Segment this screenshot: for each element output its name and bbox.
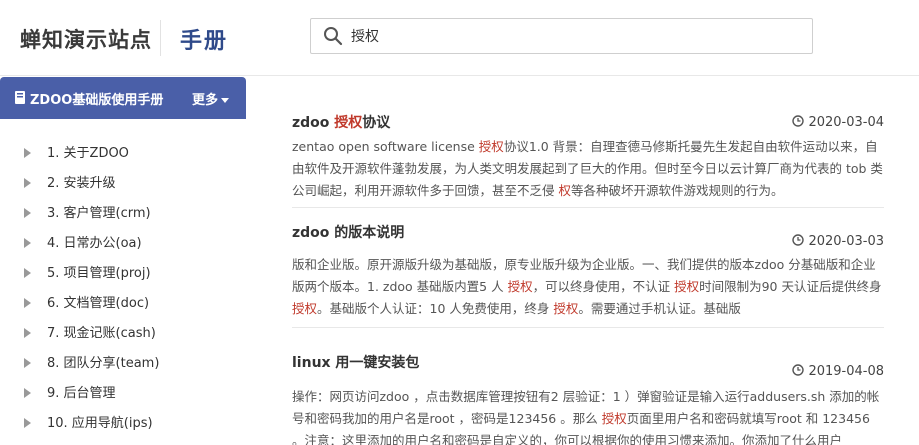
expand-triangle-icon[interactable] <box>24 298 31 308</box>
text-segment: zentao open software license <box>292 139 479 154</box>
chapter-item-ips[interactable]: 10. 应用导航(ips) <box>0 409 246 439</box>
result-date: 2020-03-04 <box>792 115 884 130</box>
header-divider <box>160 20 161 56</box>
search-icon[interactable] <box>323 26 343 46</box>
keyword-highlight: 权 <box>558 183 571 198</box>
expand-triangle-icon[interactable] <box>24 148 31 158</box>
clock-icon <box>792 234 805 246</box>
expand-triangle-icon[interactable] <box>24 358 31 368</box>
expand-triangle-icon[interactable] <box>24 268 31 278</box>
expand-triangle-icon[interactable] <box>24 388 31 398</box>
chapter-label: 3. 客户管理(crm) <box>47 206 151 221</box>
search-results: zdoo 授权协议 2020-03-04 zentao open softwar… <box>292 100 884 445</box>
text-segment: ，可以终身使用，不认证 <box>532 279 675 294</box>
result-date: 2019-04-08 <box>792 364 884 379</box>
chapter-label: 8. 团队分享(team) <box>47 356 160 371</box>
result-snippet: 版和企业版。原开源版升级为基础版，原专业版升级为企业版。一、我们提供的版本zdo… <box>292 254 884 320</box>
chapter-item-proj[interactable]: 5. 项目管理(proj) <box>0 259 246 289</box>
chapter-label: 7. 现金记账(cash) <box>47 326 156 341</box>
expand-triangle-icon[interactable] <box>24 238 31 248</box>
result-title-link[interactable]: linux 用一键安装包 <box>292 352 419 372</box>
keyword-highlight: 授权 <box>507 279 533 294</box>
result-snippet: 操作：网页访问zdoo ，点击数据库管理按钮有2 层验证：1 ）弹窗验证是输入运… <box>292 386 884 445</box>
result-item: zdoo 授权协议 2020-03-04 zentao open softwar… <box>292 100 884 208</box>
result-snippet: zentao open software license 授权协议1.0 背景：… <box>292 136 884 202</box>
chapter-item-install[interactable]: 2. 安装升级 <box>0 169 246 199</box>
chapter-label: 10. 应用导航(ips) <box>47 416 153 431</box>
result-date: 2020-03-03 <box>792 234 884 249</box>
result-item: linux 用一键安装包 2019-04-08 操作：网页访问zdoo ，点击数… <box>292 328 884 445</box>
top-header: 蝉知演示站点 手册 <box>0 0 919 76</box>
clock-icon <box>792 364 805 376</box>
search-input[interactable] <box>351 23 801 49</box>
result-title-link[interactable]: zdoo 授权协议 <box>292 112 390 132</box>
chapter-item-doc[interactable]: 6. 文档管理(doc) <box>0 289 246 319</box>
keyword-highlight: 授权 <box>674 279 700 294</box>
expand-triangle-icon[interactable] <box>24 178 31 188</box>
result-item: zdoo 的版本说明 2020-03-03 版和企业版。原开源版升级为基础版，原… <box>292 208 884 328</box>
book-icon <box>15 91 25 104</box>
keyword-highlight: 授权 <box>334 115 363 131</box>
expand-triangle-icon[interactable] <box>24 208 31 218</box>
result-date-text: 2020-03-03 <box>808 234 884 249</box>
text-segment: zdoo <box>292 115 335 131</box>
chapter-item-admin[interactable]: 9. 后台管理 <box>0 379 246 409</box>
chapter-item-crm[interactable]: 3. 客户管理(crm) <box>0 199 246 229</box>
chapter-item-oa[interactable]: 4. 日常办公(oa) <box>0 229 246 259</box>
sidebar: ZDOO基础版使用手册 更多 1. 关于ZDOO 2. 安装升级 3. 客户管理… <box>0 77 246 445</box>
text-segment: 。基础版个人认证：10 人免费使用，终身 <box>317 301 554 316</box>
result-date-text: 2020-03-04 <box>808 115 884 130</box>
keyword-highlight: 授权 <box>478 139 504 154</box>
more-label: 更多 <box>192 93 219 108</box>
caret-down-icon <box>221 98 230 103</box>
sidebar-header: ZDOO基础版使用手册 更多 <box>0 77 246 119</box>
clock-icon <box>792 115 805 127</box>
more-button[interactable]: 更多 <box>192 89 230 108</box>
chapter-label: 5. 项目管理(proj) <box>47 266 151 281</box>
chapter-list: 1. 关于ZDOO 2. 安装升级 3. 客户管理(crm) 4. 日常办公(o… <box>0 139 246 439</box>
site-name[interactable]: 蝉知演示站点 <box>20 24 152 54</box>
chapter-item-team[interactable]: 8. 团队分享(team) <box>0 349 246 379</box>
keyword-highlight: 授权 <box>553 301 579 316</box>
text-segment: 时间限制为90 天认证后提供终身 <box>699 279 882 294</box>
chapter-item-cash[interactable]: 7. 现金记账(cash) <box>0 319 246 349</box>
chapter-label: 9. 后台管理 <box>47 386 116 401</box>
expand-triangle-icon[interactable] <box>24 328 31 338</box>
text-segment: linux 用一键安装包 <box>292 355 420 371</box>
sidebar-title[interactable]: ZDOO基础版使用手册 <box>30 89 163 108</box>
result-title-link[interactable]: zdoo 的版本说明 <box>292 222 404 242</box>
chapter-label: 1. 关于ZDOO <box>47 146 129 161</box>
chapter-label: 4. 日常办公(oa) <box>47 236 142 251</box>
text-segment: 协议 <box>362 115 391 131</box>
chapter-label: 2. 安装升级 <box>47 176 116 191</box>
manual-label[interactable]: 手册 <box>180 23 228 55</box>
keyword-highlight: 授权 <box>601 411 627 426</box>
result-date-text: 2019-04-08 <box>808 364 884 379</box>
keyword-highlight: 授权 <box>292 301 318 316</box>
expand-triangle-icon[interactable] <box>24 418 31 428</box>
chapter-item-about[interactable]: 1. 关于ZDOO <box>0 139 246 169</box>
chapter-label: 6. 文档管理(doc) <box>47 296 150 311</box>
text-segment: zdoo 的版本说明 <box>292 225 405 241</box>
text-segment: 。需要通过手机认证。基础版 <box>578 301 741 316</box>
search-box[interactable] <box>310 18 813 54</box>
text-segment: 等各种破坏开源软件游戏规则的行为。 <box>571 183 784 198</box>
